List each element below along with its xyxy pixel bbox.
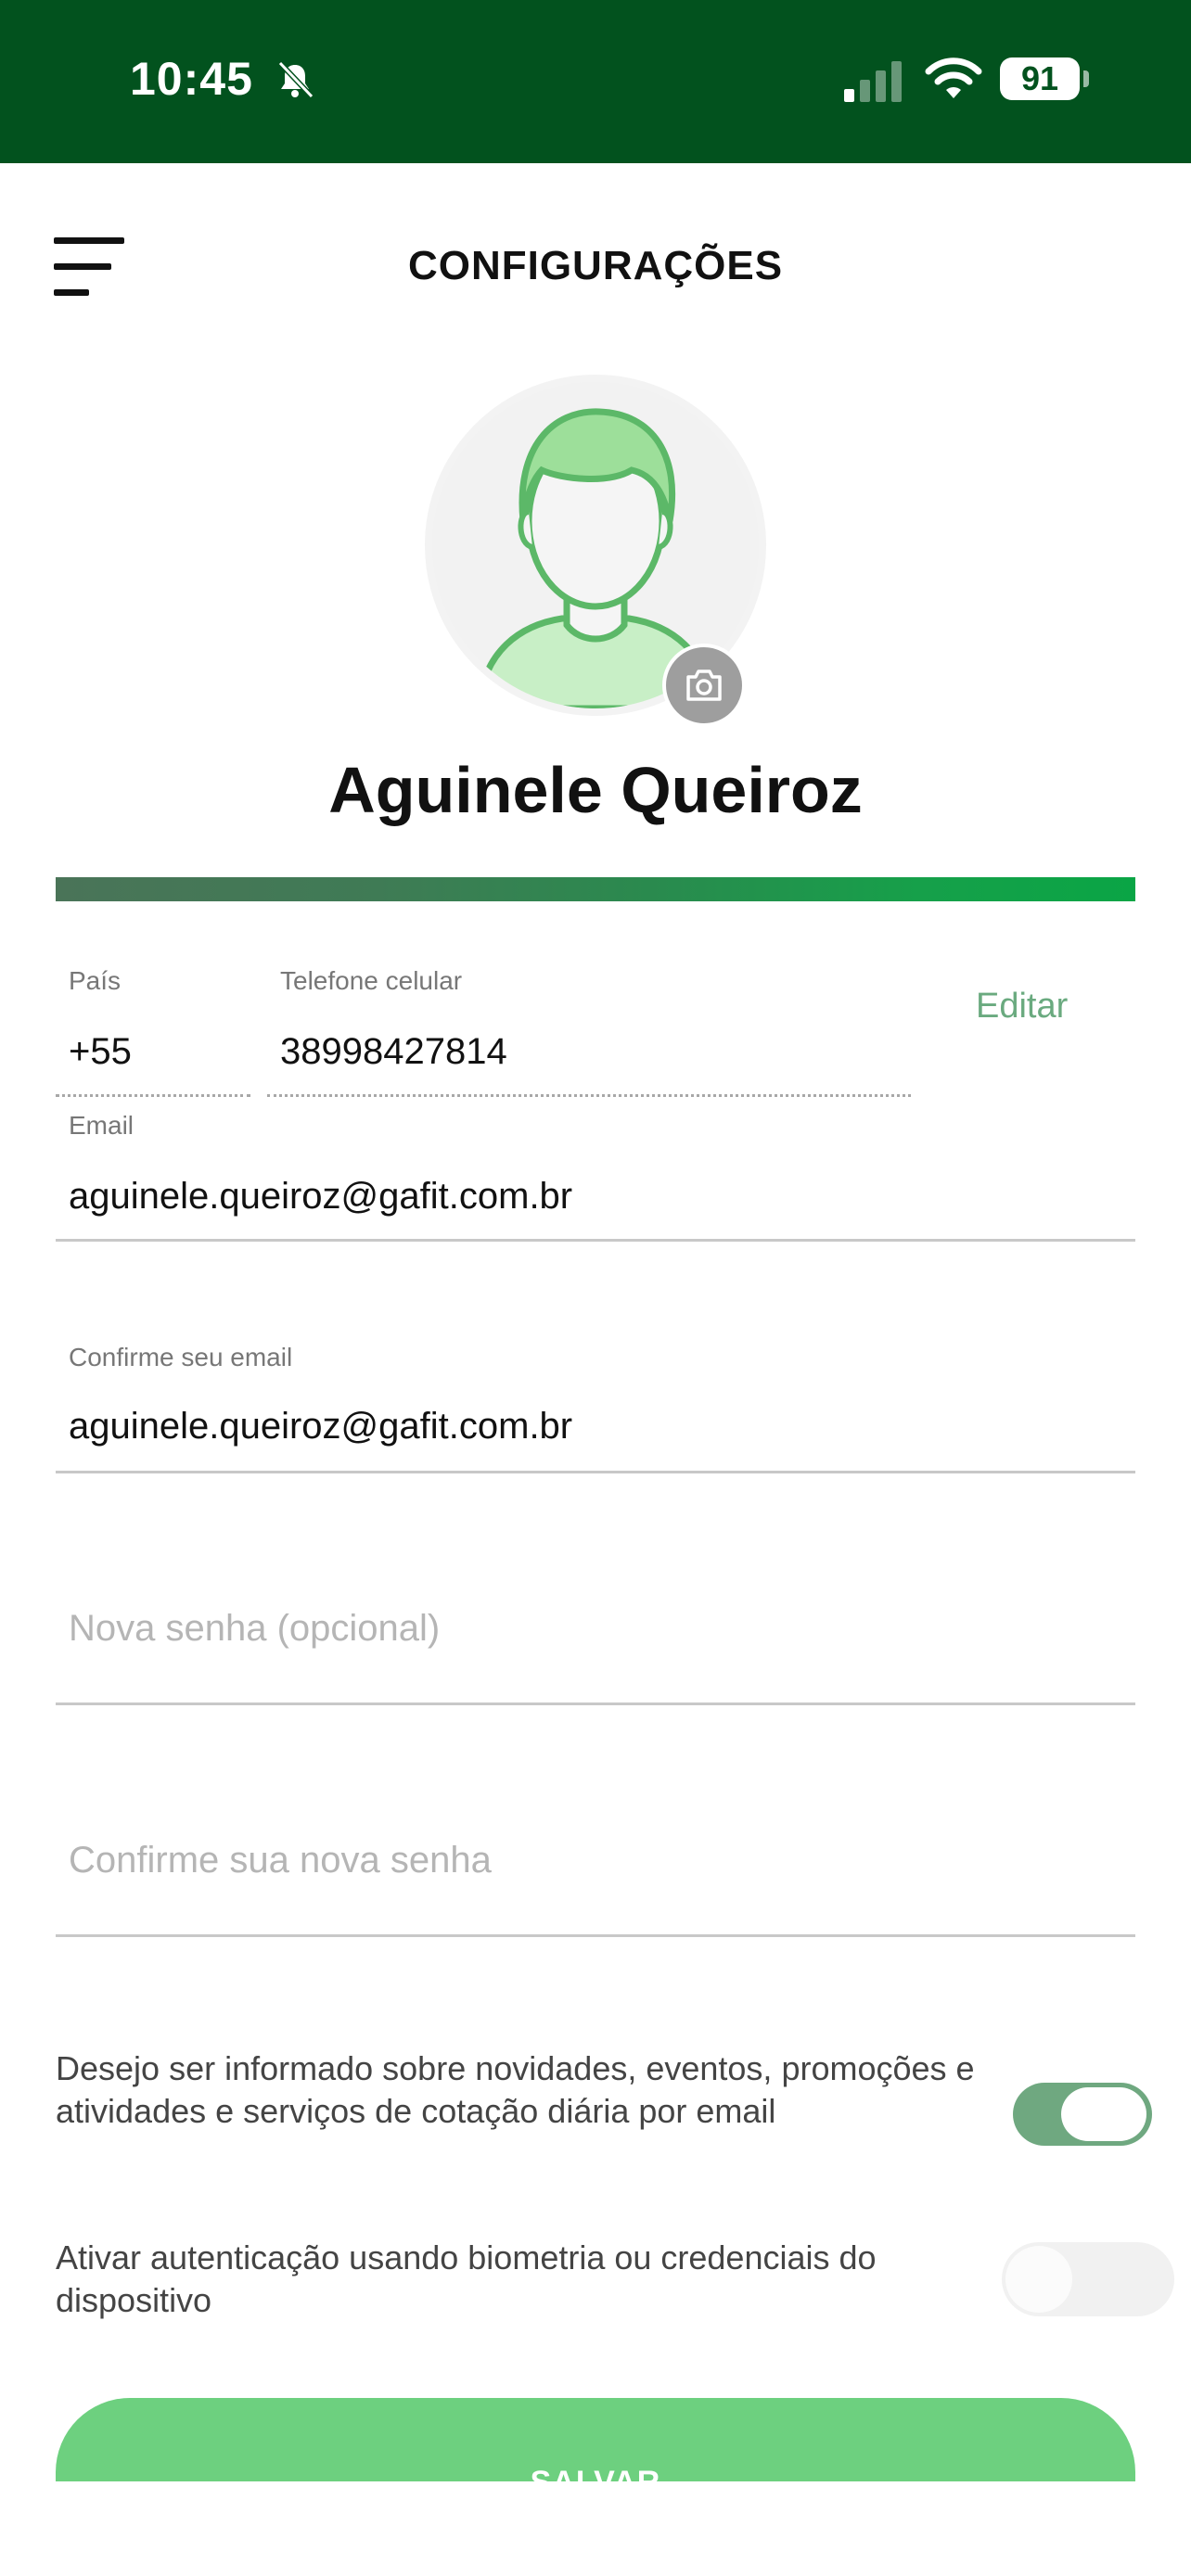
email-label: Email — [69, 1111, 134, 1140]
confirm-password-field[interactable]: Confirme sua nova senha — [69, 1840, 492, 1881]
biometrics-toggle[interactable] — [1002, 2242, 1174, 2316]
email-field[interactable]: aguinele.queiroz@gafit.com.br — [69, 1176, 572, 1218]
phone-underline — [267, 1094, 911, 1097]
wifi-icon — [925, 57, 982, 98]
country-field[interactable]: +55 — [69, 1031, 132, 1073]
profile-progress-bar — [56, 877, 1135, 901]
battery-tip — [1083, 70, 1089, 87]
page-title: CONFIGURAÇÕES — [407, 243, 784, 288]
bottom-safe-area — [0, 2481, 1191, 2576]
phone-label: Telefone celular — [280, 966, 463, 995]
country-label: País — [69, 966, 122, 995]
email-underline — [56, 1239, 1135, 1242]
edit-phone-link[interactable]: Editar — [976, 987, 1068, 1027]
status-bar: 10:45 91 — [0, 0, 1191, 163]
battery-indicator: 91 — [1000, 57, 1080, 100]
country-underline — [56, 1094, 250, 1097]
battery-level: 91 — [1020, 59, 1059, 97]
status-time: 10:45 — [130, 53, 253, 105]
confirm-password-underline — [56, 1934, 1135, 1937]
camera-icon — [686, 670, 722, 701]
confirm-email-field[interactable]: aguinele.queiroz@gafit.com.br — [69, 1406, 572, 1447]
cellular-signal-icon — [844, 61, 902, 102]
biometrics-option-text: Ativar autenticação usando biometria ou … — [56, 2238, 877, 2319]
bell-slash-icon — [277, 60, 314, 99]
phone-field[interactable]: 38998427814 — [280, 1031, 507, 1073]
confirm-email-label: Confirme seu email — [69, 1343, 293, 1371]
user-name: Aguinele Queiroz — [328, 754, 863, 826]
new-password-underline — [56, 1702, 1135, 1705]
change-photo-button[interactable] — [662, 644, 746, 727]
newsletter-option-text: Desejo ser informado sobre novidades, ev… — [56, 2049, 975, 2130]
new-password-field[interactable]: Nova senha (opcional) — [69, 1608, 440, 1650]
confirm-email-underline — [56, 1471, 1135, 1473]
newsletter-toggle[interactable] — [1013, 2083, 1152, 2146]
